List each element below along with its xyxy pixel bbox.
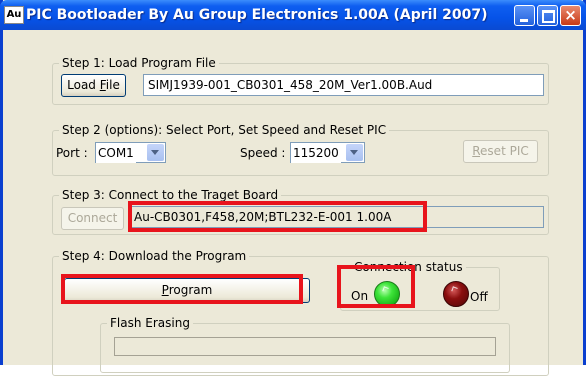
reset-pic-button[interactable]: Reset PIC [463,140,538,163]
window-title: PIC Bootloader By Au Group Electronics 1… [26,7,488,23]
step1-legend: Step 1: Load Program File [59,56,219,70]
step4-legend: Step 4: Download the Program [59,249,250,263]
speed-value: 115200 [291,144,341,163]
port-select[interactable]: COM1 [95,142,166,163]
step3-legend: Step 3: Connect to the Traget Board [59,188,282,202]
chevron-down-icon[interactable] [346,144,363,161]
step2-group: Step 2 (options): Select Port, Set Speed… [52,123,549,176]
file-path-field[interactable]: SIMJ1939-001_CB0301_458_20M_Ver1.00B.Aud [143,74,544,96]
status-off-led-icon [443,281,469,307]
connect-button[interactable]: Connect [61,207,124,230]
flash-erasing-group: Flash Erasing [100,316,510,373]
maximize-button[interactable] [537,5,558,26]
connection-status-highlight [337,265,415,308]
port-value: COM1 [96,144,136,163]
speed-select[interactable]: 115200 [290,142,365,163]
load-file-button[interactable]: Load File [61,74,126,97]
step2-legend: Step 2 (options): Select Port, Set Speed… [59,123,390,137]
close-icon: × [564,6,577,24]
close-button[interactable]: × [560,5,581,26]
step1-group: Step 1: Load Program File Load File SIMJ… [52,56,549,105]
title-bar[interactable]: Au PIC Bootloader By Au Group Electronic… [0,0,586,30]
bootloader-window: Au PIC Bootloader By Au Group Electronic… [0,0,586,376]
board-info-highlight [128,201,427,232]
status-off-label: Off [470,290,488,304]
flash-progress-bar [114,337,496,356]
minimize-button[interactable] [514,5,535,26]
chevron-down-icon[interactable] [147,144,164,161]
speed-label: Speed : [240,146,286,160]
flash-erasing-legend: Flash Erasing [107,316,193,330]
port-label: Port : [56,146,88,160]
app-icon: Au [4,6,24,24]
program-button-highlight [61,274,303,304]
